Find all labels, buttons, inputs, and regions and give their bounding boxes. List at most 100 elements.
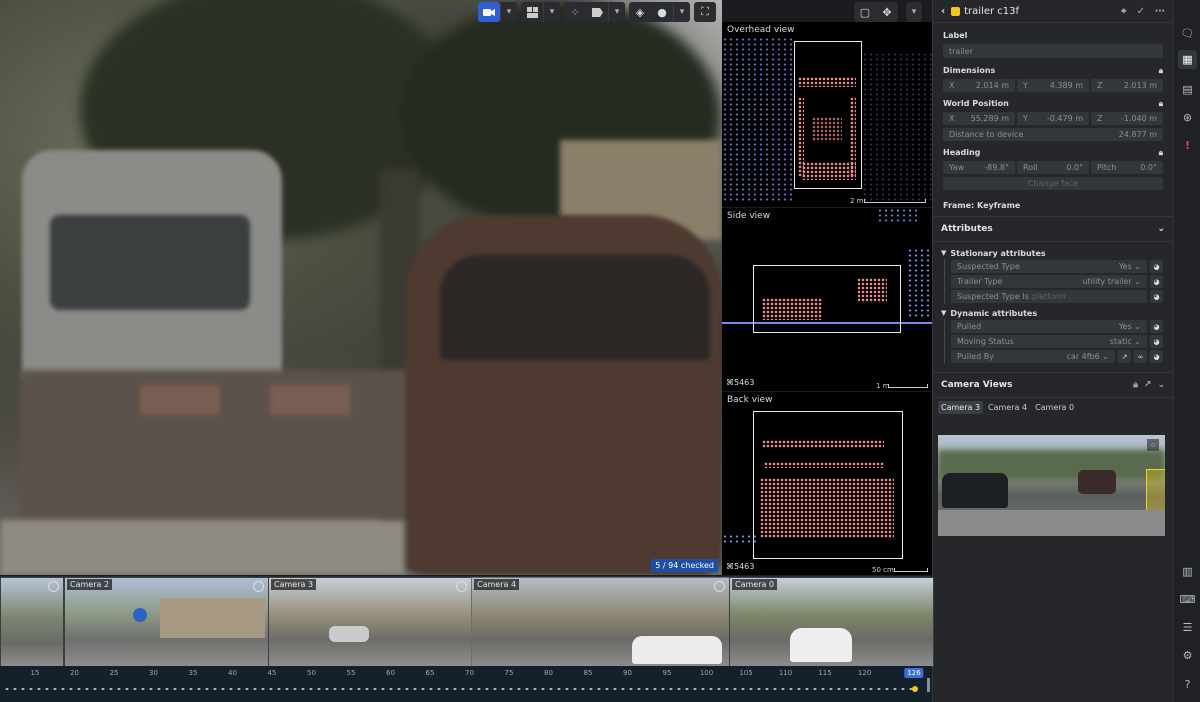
attribute-select[interactable]: Trailer Type utility trailer ⌄ [951, 275, 1147, 288]
change-face-button[interactable]: Change face [943, 177, 1163, 190]
chevron-down-icon[interactable]: ▾ [906, 2, 922, 22]
timeline-scrollbar[interactable] [927, 678, 930, 692]
attribute-row: Suspected Type Yes ⌄ ◕ [951, 259, 1163, 274]
timeline-tick-label: 105 [739, 669, 753, 677]
chevron-down-icon[interactable]: ▾ [673, 2, 690, 22]
attribute-select[interactable]: Pulled Yes ⌄ [951, 320, 1147, 333]
palette-icon[interactable]: ◕ [1150, 260, 1163, 273]
camera-thumbnail[interactable]: Camera 3 [268, 577, 472, 667]
camera-tab[interactable]: Camera 0 [1032, 401, 1077, 414]
layout-icon[interactable] [521, 2, 543, 22]
layout-panel-icon[interactable]: ▦ [1178, 50, 1197, 69]
label-input[interactable]: trailer [943, 44, 1163, 58]
target-icon[interactable] [253, 581, 264, 592]
fullscreen-icon[interactable]: ⛶ [694, 2, 716, 22]
points-icon[interactable]: ⁘ [1147, 439, 1159, 451]
chevron-down-icon[interactable]: ⌄ [1157, 380, 1165, 390]
timeline-tick-label: 20 [70, 669, 79, 677]
settings-icon[interactable]: ⚙ [1178, 646, 1197, 665]
frame-icon[interactable]: ▢ [854, 2, 876, 22]
timeline[interactable]: 15 20 25 30 35 40 45 50 55 60 65 70 75 80 85 90 95 100 105… [0, 666, 932, 702]
camera-thumbnail[interactable]: Camera 0 [729, 577, 934, 667]
right-icon-bar: 🗨︎ ▦ ▤ ⊛ ! ▥ ⌨ ☰ ⚙ ? [1173, 0, 1200, 702]
lock-icon[interactable]: 🔒︎ [1133, 380, 1138, 390]
chat-icon[interactable]: ☰ [1178, 618, 1197, 637]
position-x-field[interactable]: X 55.289 m [943, 112, 1015, 125]
attribute-select[interactable]: Moving Status static ⌄ [951, 335, 1147, 348]
timeline-frames[interactable] [3, 687, 915, 691]
camera-thumbnail[interactable] [0, 577, 64, 667]
camera-thumbnail[interactable]: Camera 2 [64, 577, 269, 667]
dimension-z-field[interactable]: Z 2.013 m [1091, 79, 1163, 92]
main-camera-view[interactable]: 5 / 94 checked [0, 0, 722, 575]
caret-down-icon[interactable]: ▼ [941, 309, 946, 317]
chevron-down-icon[interactable]: ▾ [543, 2, 560, 22]
dimension-y-field[interactable]: Y 4.389 m [1017, 79, 1089, 92]
open-external-icon[interactable]: ↗ [1118, 350, 1131, 363]
lock-icon[interactable]: 🔒︎ [1159, 148, 1163, 158]
attribute-select[interactable]: Pulled By car 4fb6 ⌄ [951, 350, 1115, 363]
open-external-icon[interactable]: ↗ [1144, 380, 1152, 390]
dynamic-attributes-list: Pulled Yes ⌄ ◕ Moving Status static ⌄ ◕ Pu… [944, 319, 1173, 364]
target-icon[interactable]: ⌖ [1121, 6, 1127, 17]
roll-field[interactable]: Roll 0.0° [1017, 161, 1089, 174]
dimension-value: 2.014 m [975, 81, 1009, 90]
target-icon[interactable] [48, 581, 59, 592]
camera-thumbnail[interactable]: Camera 4 [471, 577, 730, 667]
attribute-value: car 4fb6 ⌄ [1066, 352, 1109, 361]
timeline-tick-label: 70 [465, 669, 474, 677]
palette-icon[interactable]: ◕ [1150, 275, 1163, 288]
chevron-down-icon[interactable]: ⌄ [1157, 224, 1165, 234]
target-icon[interactable] [456, 581, 467, 592]
label-icon[interactable] [586, 2, 608, 22]
camera-tab[interactable]: Camera 4 [985, 401, 1030, 414]
palette-icon[interactable]: ◕ [1150, 335, 1163, 348]
link-icon[interactable]: ∞ [1134, 350, 1147, 363]
side-view[interactable]: Side view ⌘5463 1 m [722, 208, 932, 391]
dimension-x-field[interactable]: X 2.014 m [943, 79, 1015, 92]
move-icon[interactable]: ✥ [876, 2, 898, 22]
lock-icon[interactable]: 🔒︎ [1159, 66, 1163, 76]
check-icon[interactable]: ✓ [1137, 6, 1145, 17]
more-icon[interactable]: ⋯ [1155, 6, 1165, 17]
attribute-name: Suspected Type Is [957, 292, 1029, 301]
attribute-select[interactable]: Suspected Type Is platform [951, 290, 1147, 303]
chevron-down-icon[interactable]: ▾ [608, 2, 625, 22]
lock-icon[interactable]: 🔒︎ [1159, 99, 1163, 109]
sidebar-icon[interactable]: ▥ [1178, 562, 1197, 581]
back-chevron-icon[interactable]: ‹ [941, 6, 945, 17]
circle-icon[interactable]: ● [651, 2, 673, 22]
attributes-header[interactable]: Attributes ⌄ [933, 217, 1173, 242]
palette-icon[interactable]: ◕ [1150, 320, 1163, 333]
layers-icon[interactable]: ◈ [629, 2, 651, 22]
camera-icon[interactable] [478, 2, 500, 22]
keyboard-icon[interactable]: ⌨ [1178, 590, 1197, 609]
camera-tab-active[interactable]: Camera 3 [938, 401, 984, 414]
palette-icon[interactable]: ◕ [1150, 290, 1163, 303]
fingerprint-icon[interactable]: ⊛ [1178, 108, 1197, 127]
attribute-select[interactable]: Suspected Type Yes ⌄ [951, 260, 1147, 273]
palette-icon[interactable]: ◕ [1150, 350, 1163, 363]
dynamic-attributes-header[interactable]: ▼ Dynamic attributes [933, 307, 1173, 319]
comment-icon[interactable]: 🗨︎ [1178, 24, 1197, 43]
attribute-value: Yes ⌄ [1118, 322, 1141, 331]
camera-preview[interactable]: ⁘ [938, 435, 1165, 536]
chevron-down-icon[interactable]: ▾ [500, 2, 517, 22]
table-icon[interactable]: ▤ [1178, 80, 1197, 99]
caret-down-icon[interactable]: ▼ [941, 249, 946, 257]
point-cloud-points [764, 462, 884, 468]
overhead-view[interactable]: Overhead view 2 m [722, 22, 932, 207]
position-z-field[interactable]: Z -1.040 m [1091, 112, 1163, 125]
stationary-attributes-header[interactable]: ▼ Stationary attributes [933, 247, 1173, 259]
position-y-field[interactable]: Y -0.479 m [1017, 112, 1089, 125]
pitch-field[interactable]: Pitch 0.0° [1091, 161, 1163, 174]
axis-label: Y [1023, 114, 1028, 123]
yaw-field[interactable]: Yaw -89.8° [943, 161, 1015, 174]
timeline-playhead[interactable] [912, 686, 918, 692]
target-icon[interactable] [714, 581, 725, 592]
camera-views-title: Camera Views [941, 380, 1013, 390]
help-icon[interactable]: ? [1178, 675, 1197, 694]
alert-icon[interactable]: ! [1178, 136, 1197, 155]
points-icon[interactable]: ⁘ [564, 2, 586, 22]
back-view[interactable]: Back view ⌘5463 50 cm [722, 392, 932, 575]
